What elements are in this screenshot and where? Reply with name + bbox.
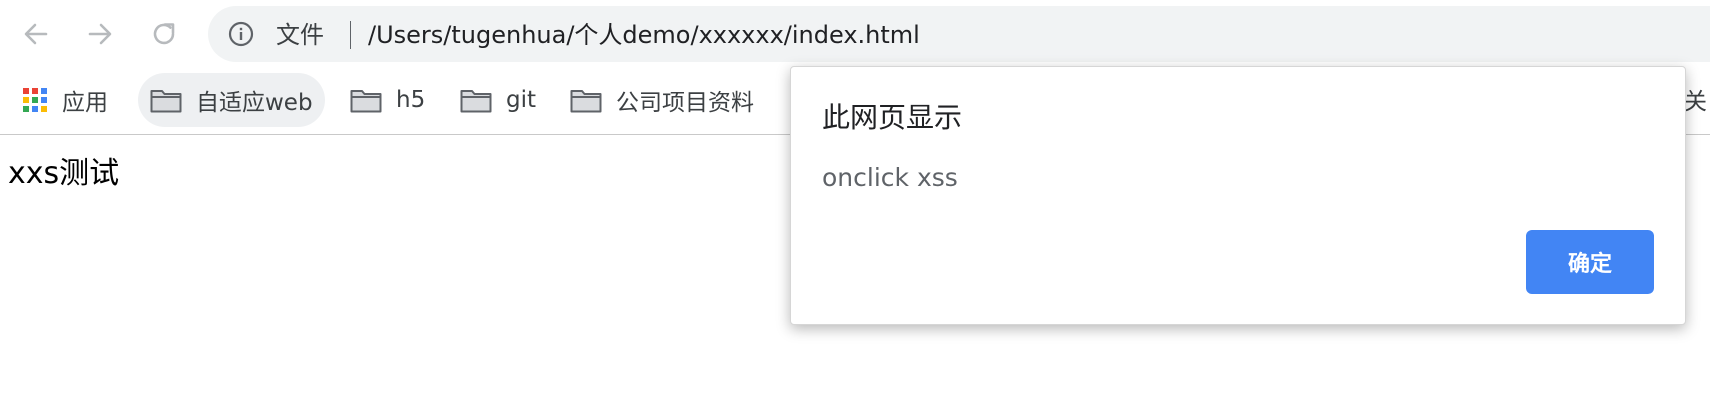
ok-button[interactable]: 确定	[1526, 230, 1654, 294]
bookmark-folder[interactable]: h5	[338, 73, 437, 127]
address-bar[interactable]: 文件 /Users/tugenhua/个人demo/xxxxxx/index.h…	[208, 6, 1710, 62]
folder-icon	[150, 90, 182, 113]
bookmark-folder[interactable]: git	[448, 73, 548, 127]
bookmark-folder[interactable]: 公司项目资料	[558, 73, 766, 127]
scheme-label: 文件	[276, 21, 324, 49]
dialog-title: 此网页显示	[822, 101, 963, 134]
alert-dialog: 此网页显示 onclick xss 确定	[790, 66, 1686, 325]
bookmark-label: 公司项目资料	[616, 90, 754, 116]
apps-grid-icon	[23, 88, 47, 112]
dialog-message: onclick xss	[822, 163, 958, 192]
bookmark-label: h5	[396, 87, 426, 113]
arrow-left-icon	[24, 23, 48, 45]
bookmark-folder[interactable]: 自适应web	[138, 73, 325, 127]
browser-toolbar: 文件 /Users/tugenhua/个人demo/xxxxxx/index.h…	[0, 0, 1710, 66]
folder-icon	[570, 90, 602, 113]
folder-icon	[350, 90, 382, 113]
back-button[interactable]	[16, 14, 56, 54]
bookmark-label: 自适应web	[196, 90, 313, 116]
bookmark-label: git	[506, 87, 537, 113]
url-text[interactable]: /Users/tugenhua/个人demo/xxxxxx/index.html	[368, 21, 920, 49]
bookmark-apps[interactable]: 应用	[10, 73, 120, 127]
folder-icon	[460, 90, 492, 113]
bookmark-label: 应用	[62, 90, 108, 116]
reload-button[interactable]	[144, 14, 184, 54]
info-icon[interactable]	[228, 21, 254, 47]
forward-button[interactable]	[80, 14, 120, 54]
page-heading-text: xxs测试	[8, 156, 120, 191]
address-separator	[350, 21, 351, 49]
reload-icon	[153, 23, 175, 45]
bookmark-overflow-item[interactable]: 关	[1684, 82, 1707, 116]
arrow-right-icon	[88, 23, 112, 45]
